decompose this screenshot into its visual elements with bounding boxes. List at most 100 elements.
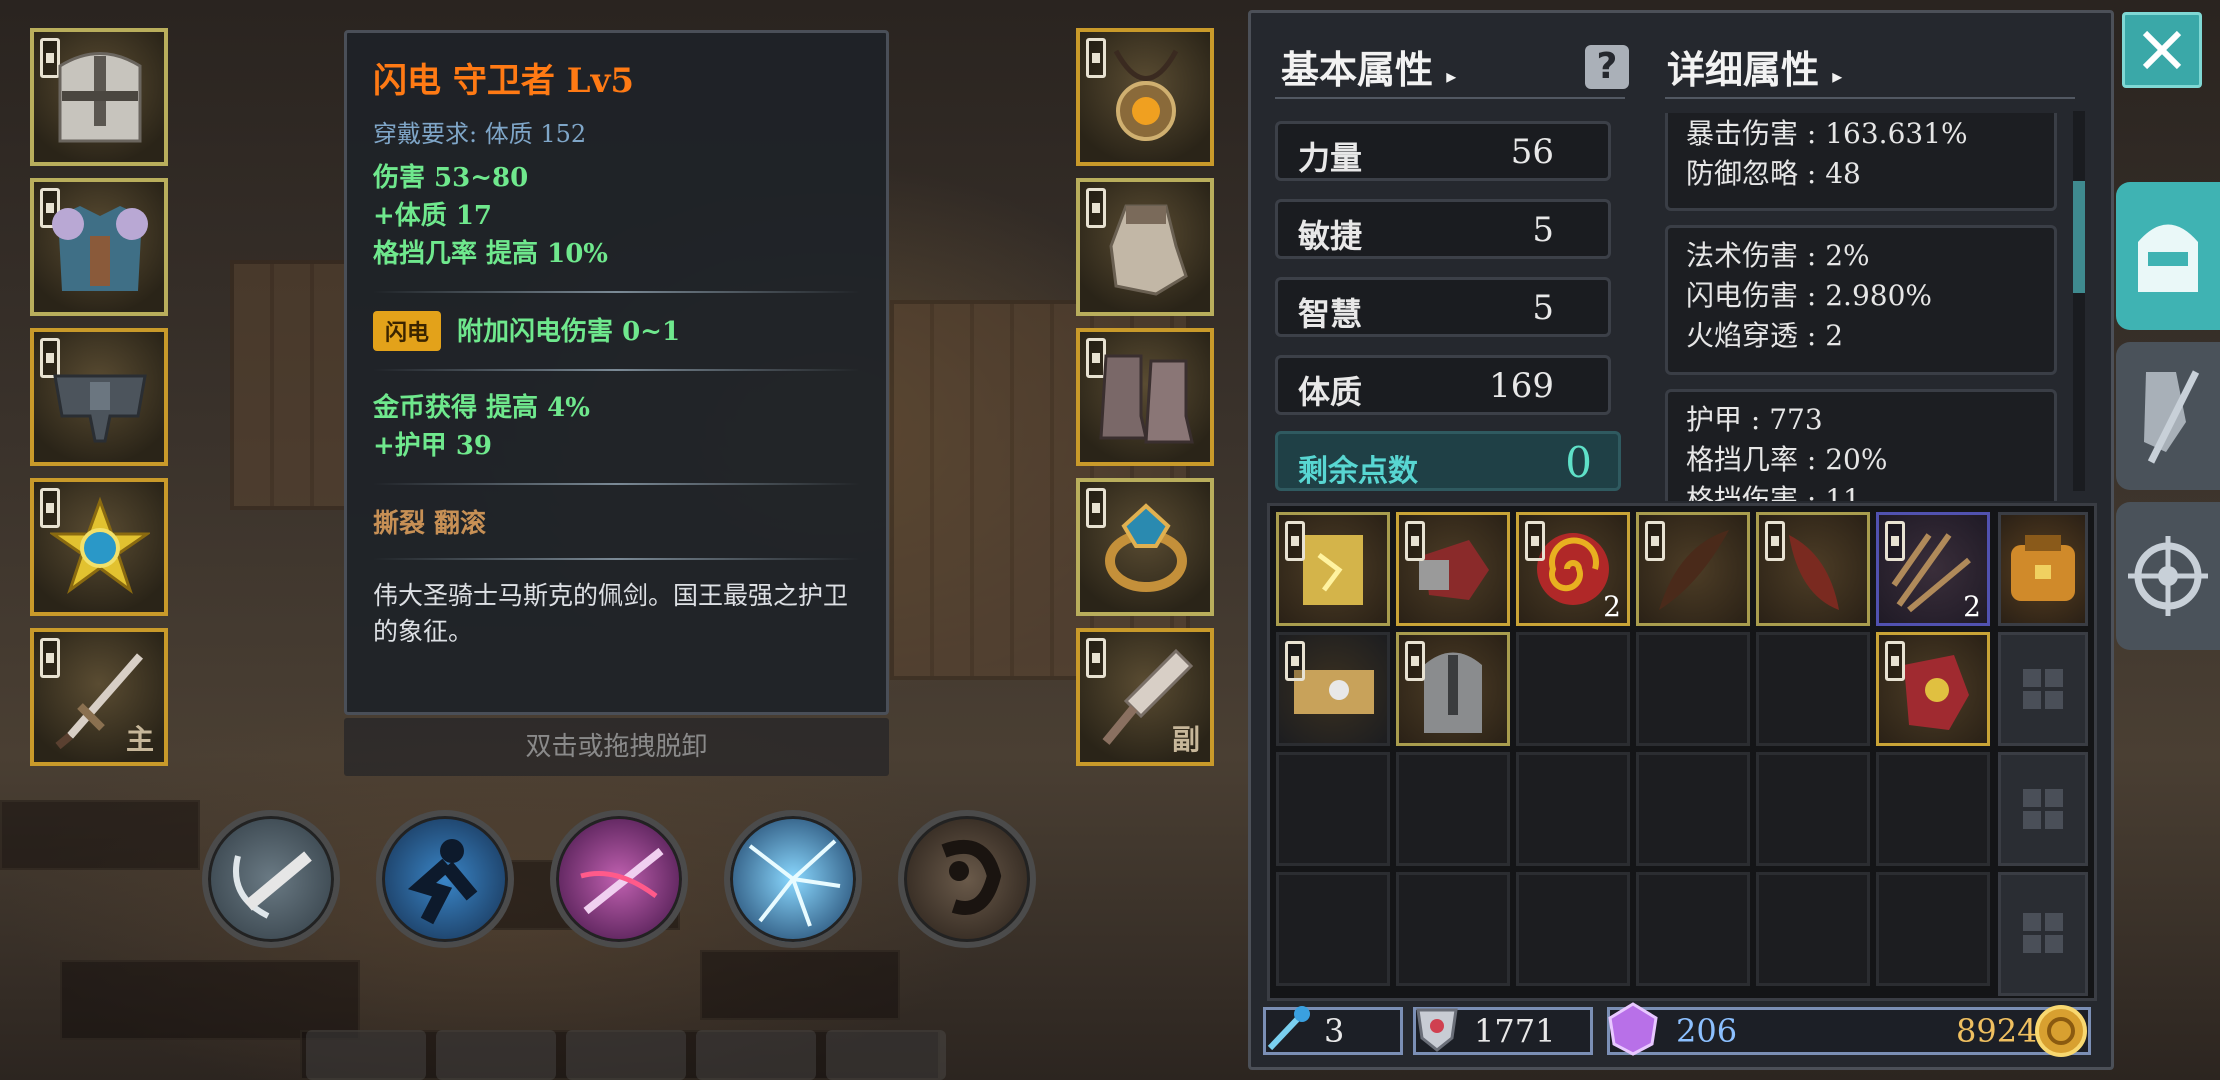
divider [373, 369, 860, 371]
quickbar-slot[interactable] [306, 1030, 426, 1080]
lock-icon [1405, 641, 1425, 681]
detail-attributes-list[interactable]: 暴击伤害 : 163.631% 防御忽略 : 48 法术伤害 : 2% 闪电伤害… [1665, 113, 2071, 501]
dropdown-arrow-icon: ▸ [1446, 64, 1457, 88]
backpack-icon [2011, 535, 2075, 601]
equip-slot-chest[interactable] [30, 178, 168, 316]
inventory-slot[interactable] [1636, 512, 1750, 626]
inventory-slot[interactable] [1756, 512, 1870, 626]
item-description: 伟大圣骑士马斯克的佩剑。国王最强之护卫的象征。 [373, 581, 849, 646]
inventory-slot-empty[interactable] [1516, 752, 1630, 866]
bag-slot-locked[interactable] [1998, 632, 2088, 746]
item-skills: 撕裂 翻滚 [373, 509, 487, 539]
attribute-label: 敏捷 [1298, 217, 1363, 255]
skill-button[interactable] [898, 810, 1036, 948]
floor-tile [0, 800, 200, 870]
equip-slot-main-weapon[interactable]: 主 [30, 628, 168, 766]
skill-button[interactable] [724, 810, 862, 948]
equip-slot-amulet[interactable] [1076, 28, 1214, 166]
quickbar-slot[interactable] [696, 1030, 816, 1080]
close-button[interactable] [2122, 12, 2202, 88]
inventory-slot-empty[interactable] [1636, 632, 1750, 746]
tab-settings[interactable] [2116, 502, 2220, 650]
inventory-slot-empty[interactable] [1636, 752, 1750, 866]
attribute-value: 5 [1532, 210, 1554, 250]
roll-skill-icon [941, 840, 1002, 915]
skill-button[interactable] [550, 810, 688, 948]
attribute-constitution: 体质 169 [1275, 355, 1611, 415]
tab-crafting[interactable] [2116, 342, 2220, 490]
basic-attributes-title[interactable]: 基本属性 ▸ [1281, 39, 1456, 94]
divider [373, 291, 860, 293]
detail-line: 护甲 : 773 [1686, 403, 1823, 436]
gloves-sword-tab-icon [2144, 370, 2200, 464]
inventory-slot-empty[interactable] [1396, 872, 1510, 986]
equip-slot-boots[interactable] [1076, 328, 1214, 466]
gold-coin-icon [2035, 1005, 2087, 1057]
inventory-slot-empty[interactable] [1876, 752, 1990, 866]
quickbar-slot[interactable] [566, 1030, 686, 1080]
inventory-slot-empty[interactable] [1276, 872, 1390, 986]
lightning-burst-skill-icon [748, 839, 841, 927]
item-stat: 伤害 53~80 [373, 163, 529, 193]
item-count: 2 [1963, 590, 1981, 623]
ring-icon [50, 496, 150, 594]
bonus-stat: +护甲 39 [373, 431, 493, 461]
equip-slot-ring-2[interactable] [1076, 478, 1214, 616]
equip-slot-ring[interactable] [30, 478, 168, 616]
quickbar-slot[interactable] [436, 1030, 556, 1080]
quickbar-slot[interactable] [826, 1030, 946, 1080]
detail-scrollbar[interactable] [2073, 111, 2085, 491]
inventory-slot[interactable] [1276, 632, 1390, 746]
inventory-slot[interactable] [1396, 512, 1510, 626]
shield-icon [1416, 1008, 1458, 1052]
bag-button[interactable] [1998, 512, 2088, 626]
gloves-icon [1109, 204, 1188, 296]
inventory-slot[interactable]: 2 [1516, 512, 1630, 626]
inventory-slot-empty[interactable] [1636, 872, 1750, 986]
inventory-slot-empty[interactable] [1756, 632, 1870, 746]
equip-slot-gloves[interactable] [1076, 178, 1214, 316]
item-stat: +体质 17 [373, 201, 493, 231]
locked-grid-icon [2023, 789, 2063, 829]
help-button[interactable]: ? [1585, 45, 1629, 89]
detail-line: 法术伤害 : 2% [1686, 239, 1870, 272]
scrollbar-thumb[interactable] [2073, 181, 2085, 293]
gold-value: 8924 [1956, 1012, 2038, 1050]
equip-slot-helmet[interactable] [30, 28, 168, 166]
inventory-slot[interactable] [1876, 632, 1990, 746]
inventory-grid: 2 2 [1267, 503, 2097, 1001]
skill-button[interactable] [202, 810, 340, 948]
inventory-slot-empty[interactable] [1876, 872, 1990, 986]
main-hand-tag: 主 [125, 723, 154, 756]
close-icon [2142, 30, 2182, 70]
item-name: 闪电 守卫者 Lv5 [373, 61, 634, 101]
bag-slot-locked[interactable] [1998, 872, 2088, 996]
gem-icon [1608, 1002, 1658, 1056]
inventory-slot[interactable] [1276, 512, 1390, 626]
detail-attributes-title[interactable]: 详细属性 ▸ [1667, 39, 1842, 94]
inventory-slot-empty[interactable] [1756, 752, 1870, 866]
inventory-slot[interactable] [1396, 632, 1510, 746]
equip-slot-belt[interactable] [30, 328, 168, 466]
inventory-slot-empty[interactable] [1516, 872, 1630, 986]
detail-line: 火焰穿透 : 2 [1686, 319, 1844, 352]
attribute-wisdom: 智慧 5 [1275, 277, 1611, 337]
inventory-slot-empty[interactable] [1756, 872, 1870, 986]
remaining-points-value: 0 [1565, 438, 1592, 487]
inventory-slot-empty[interactable] [1516, 632, 1630, 746]
inventory-slot[interactable]: 2 [1876, 512, 1990, 626]
lock-icon [1285, 641, 1305, 681]
amulet-icon [1113, 49, 1179, 141]
inventory-slot-empty[interactable] [1396, 752, 1510, 866]
equip-slot-offhand[interactable]: 副 [1076, 628, 1214, 766]
inventory-slot-empty[interactable] [1276, 752, 1390, 866]
enchant-row: 闪电 附加闪电伤害 0~1 [373, 311, 860, 351]
item-tooltip: 闪电 守卫者 Lv5 穿戴要求: 体质 152 伤害 53~80 +体质 17 … [344, 30, 889, 715]
skill-button[interactable] [376, 810, 514, 948]
off-hand-tag: 副 [1171, 723, 1200, 756]
character-panel: 基本属性 ▸ ? 详细属性 ▸ 力量 56 敏捷 5 智慧 5 体质 169 剩… [1248, 10, 2114, 1070]
tab-equipment[interactable] [2116, 182, 2220, 330]
detail-line: 格挡几率 : 20% [1686, 443, 1888, 476]
enchant-badge: 闪电 [373, 311, 442, 351]
bag-slot-locked[interactable] [1998, 752, 2088, 866]
